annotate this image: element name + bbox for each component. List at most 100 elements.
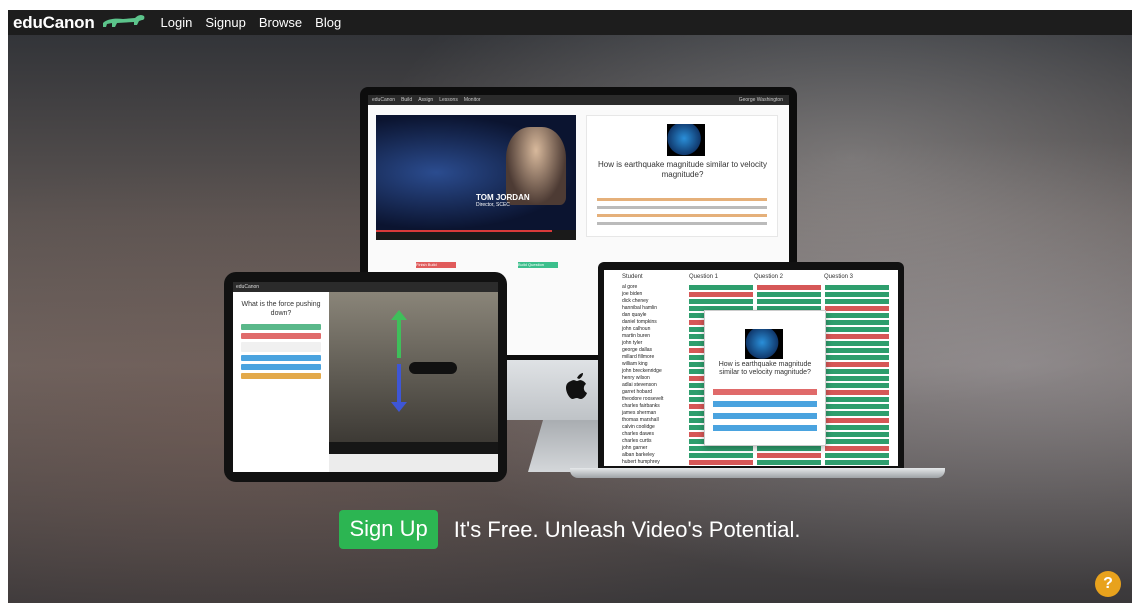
grid-cell bbox=[825, 313, 889, 318]
build-question-button: Build Question bbox=[518, 262, 558, 268]
imac-nav-monitor: Monitor bbox=[463, 97, 481, 103]
ipad-mockup: eduCanon What is the force pushing down? bbox=[224, 272, 507, 482]
cta-row: Sign Up It's Free. Unleash Video's Poten… bbox=[8, 510, 1132, 549]
grid-cell bbox=[825, 397, 889, 402]
answer-option bbox=[241, 333, 321, 339]
ipad-question-panel: What is the force pushing down? bbox=[233, 292, 329, 472]
student-row: william king bbox=[622, 361, 648, 367]
grid-cell bbox=[825, 306, 889, 311]
student-row: hubert humphrey bbox=[622, 459, 660, 465]
answer-option bbox=[241, 355, 321, 361]
modal-option bbox=[713, 425, 817, 431]
answer-option-line bbox=[597, 214, 767, 217]
student-row: martin buren bbox=[622, 333, 651, 339]
grid-cell bbox=[825, 362, 889, 367]
grid-cell bbox=[825, 383, 889, 388]
continue-option bbox=[241, 373, 321, 379]
question-modal: How is earthquake magnitude similar to v… bbox=[704, 310, 826, 446]
student-row: millard fillmore bbox=[622, 354, 655, 360]
grid-cell bbox=[757, 446, 821, 451]
imac-question-text: How is earthquake magnitude similar to v… bbox=[598, 160, 767, 179]
modal-question-text: How is earthquake magnitude similar to v… bbox=[718, 361, 812, 376]
ipad-brand-label: eduCanon bbox=[236, 284, 260, 290]
nav-signup-link[interactable]: Signup bbox=[205, 15, 245, 30]
grid-cell bbox=[825, 334, 889, 339]
ipad-video-player bbox=[329, 292, 498, 442]
grid-cell bbox=[825, 432, 889, 437]
grid-cell bbox=[825, 425, 889, 430]
grid-cell bbox=[689, 299, 753, 304]
grid-cell bbox=[825, 299, 889, 304]
grid-cell bbox=[825, 460, 889, 465]
imac-nav-assign: Assign bbox=[418, 97, 434, 103]
student-row: al gore bbox=[622, 284, 638, 290]
student-row: john breckenridge bbox=[622, 368, 662, 374]
tagline-text: It's Free. Unleash Video's Potential. bbox=[453, 516, 801, 542]
grid-cell bbox=[757, 453, 821, 458]
student-row: garret hobard bbox=[622, 389, 653, 395]
sign-up-button[interactable]: Sign Up bbox=[339, 510, 438, 549]
student-row: alban barkeley bbox=[622, 452, 655, 458]
nav-blog-link[interactable]: Blog bbox=[315, 15, 341, 30]
imac-user-label: George Washington bbox=[738, 97, 783, 103]
nav-browse-link[interactable]: Browse bbox=[259, 15, 302, 30]
video-caption-title: Director, SCEC bbox=[476, 202, 510, 208]
nav-login-link[interactable]: Login bbox=[161, 15, 193, 30]
grid-cell bbox=[825, 355, 889, 360]
imac-question-panel: How is earthquake magnitude similar to v… bbox=[586, 115, 778, 237]
helicopter-image bbox=[409, 362, 457, 374]
header-student: Student bbox=[622, 274, 643, 280]
ipad-display: eduCanon What is the force pushing down? bbox=[233, 282, 498, 472]
grid-cell bbox=[825, 292, 889, 297]
finish-build-button: Finish Build bbox=[416, 262, 456, 268]
grid-cell bbox=[689, 446, 753, 451]
grid-cell bbox=[825, 285, 889, 290]
imac-video-progress bbox=[376, 230, 576, 240]
header-question-1: Question 1 bbox=[689, 274, 719, 280]
answer-option-line bbox=[597, 198, 767, 201]
answer-option bbox=[241, 364, 321, 370]
header-question-3: Question 3 bbox=[824, 274, 854, 280]
grid-cell bbox=[757, 460, 821, 465]
student-row: john tyler bbox=[622, 340, 643, 346]
header-question-2: Question 2 bbox=[754, 274, 784, 280]
answer-option-line bbox=[597, 206, 767, 209]
grid-cell bbox=[689, 460, 753, 465]
student-row: dick cheney bbox=[622, 298, 649, 304]
student-row: henry wilson bbox=[622, 375, 650, 381]
student-row: hannibal hamlin bbox=[622, 305, 658, 311]
imac-nav-lessons: Lessons bbox=[439, 97, 458, 103]
imac-brand-label: eduCanon bbox=[372, 97, 396, 103]
grid-cell bbox=[825, 446, 889, 451]
grid-cell bbox=[825, 376, 889, 381]
student-row: calvin coolidge bbox=[622, 424, 655, 430]
apple-logo-icon bbox=[566, 373, 587, 399]
student-row: george dallas bbox=[622, 347, 653, 353]
student-row: charles dawes bbox=[622, 431, 654, 437]
grid-cell bbox=[689, 453, 753, 458]
ipad-video-controls bbox=[329, 442, 498, 454]
dog-logo-icon[interactable] bbox=[101, 11, 147, 34]
grid-cell bbox=[825, 320, 889, 325]
student-row: james sherman bbox=[622, 410, 657, 416]
laptop-base bbox=[570, 468, 945, 478]
grid-cell bbox=[757, 292, 821, 297]
student-row: charles curtis bbox=[622, 438, 652, 444]
grid-cell bbox=[825, 327, 889, 332]
help-button[interactable]: ? bbox=[1095, 571, 1121, 597]
feedback-block bbox=[241, 342, 321, 352]
student-row: theodore roosevelt bbox=[622, 396, 664, 402]
student-row: charles fairbanks bbox=[622, 403, 660, 409]
student-row: adlai stevenson bbox=[622, 382, 657, 388]
answer-option bbox=[241, 324, 321, 330]
imac-app-topbar: eduCanon Build Assign Lessons Monitor Ge… bbox=[368, 95, 789, 105]
imac-video-player: TOM JORDAN Director, SCEC bbox=[376, 115, 576, 230]
student-row: john calhoun bbox=[622, 326, 651, 332]
video-caption-name: TOM JORDAN bbox=[476, 193, 530, 202]
student-row: thomas marshall bbox=[622, 417, 659, 423]
grid-cell bbox=[757, 299, 821, 304]
grid-cell bbox=[825, 341, 889, 346]
brand-logo-text[interactable]: eduCanon bbox=[13, 13, 95, 33]
answer-option-line bbox=[597, 222, 767, 225]
laptop-mockup: Student Question 1 Question 2 Question 3… bbox=[598, 262, 904, 468]
